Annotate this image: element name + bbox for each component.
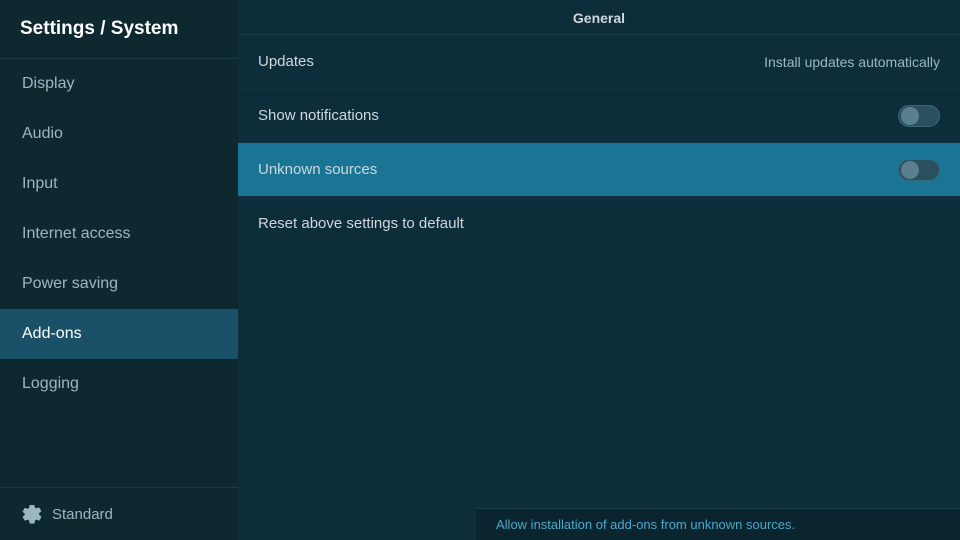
nav-menu: Display Audio Input Internet access Powe… bbox=[0, 59, 238, 487]
setting-label-show-notifications: Show notifications bbox=[258, 107, 379, 124]
setting-label-reset-above: Reset above settings to default bbox=[258, 215, 464, 232]
setting-label-updates: Updates bbox=[258, 53, 314, 70]
sidebar-footer[interactable]: Standard bbox=[0, 487, 238, 540]
section-header: General bbox=[238, 0, 960, 35]
toggle-unknown-sources[interactable] bbox=[898, 159, 940, 181]
sidebar-item-display[interactable]: Display bbox=[0, 59, 238, 109]
setting-row-unknown-sources[interactable]: Unknown sources bbox=[238, 143, 960, 197]
sidebar: Settings / System Display Audio Input In… bbox=[0, 0, 238, 540]
sidebar-item-logging[interactable]: Logging bbox=[0, 359, 238, 409]
setting-row-reset-above[interactable]: Reset above settings to default bbox=[238, 197, 960, 251]
sidebar-item-power-saving[interactable]: Power saving bbox=[0, 259, 238, 309]
footer-hint: Allow installation of add-ons from unkno… bbox=[476, 508, 960, 540]
setting-row-show-notifications[interactable]: Show notifications bbox=[238, 89, 960, 143]
settings-list: Updates Install updates automatically Sh… bbox=[238, 35, 960, 540]
sidebar-item-input[interactable]: Input bbox=[0, 159, 238, 209]
main-content: General Updates Install updates automati… bbox=[238, 0, 960, 540]
setting-row-updates[interactable]: Updates Install updates automatically bbox=[238, 35, 960, 89]
gear-icon bbox=[22, 504, 42, 524]
setting-value-updates: Install updates automatically bbox=[764, 54, 940, 70]
standard-label: Standard bbox=[52, 506, 113, 523]
sidebar-item-audio[interactable]: Audio bbox=[0, 109, 238, 159]
sidebar-item-add-ons[interactable]: Add-ons bbox=[0, 309, 238, 359]
setting-label-unknown-sources: Unknown sources bbox=[258, 161, 377, 178]
toggle-show-notifications[interactable] bbox=[898, 105, 940, 127]
sidebar-item-internet-access[interactable]: Internet access bbox=[0, 209, 238, 259]
page-title: Settings / System bbox=[0, 0, 238, 59]
